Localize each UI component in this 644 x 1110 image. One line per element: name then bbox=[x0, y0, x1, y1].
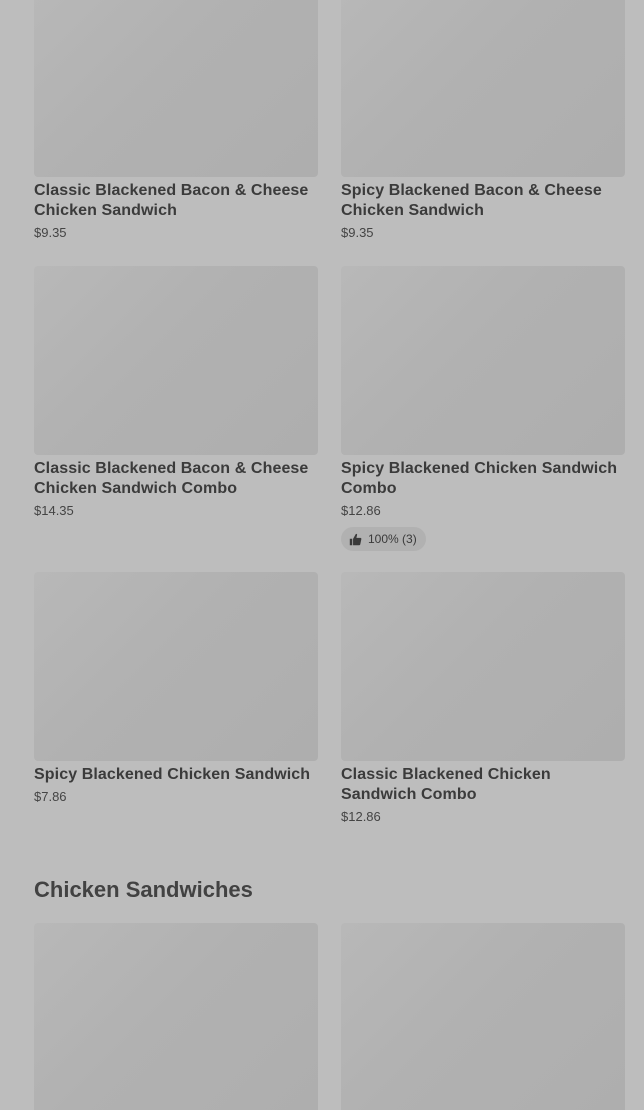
menu-item-name: Classic Blackened Bacon & Cheese Chicken… bbox=[34, 182, 309, 219]
menu-item-image[interactable] bbox=[34, 0, 318, 177]
menu-item-card[interactable]: Spicy Blackened Chicken Sandwich Combo $… bbox=[341, 266, 625, 551]
menu-item-price: $9.35 bbox=[341, 225, 374, 240]
rating-text: 100% (3) bbox=[368, 532, 417, 546]
menu-item-image[interactable] bbox=[341, 923, 625, 1110]
menu-item-card[interactable]: Spicy Blackened Chicken Sandwich $7.86 bbox=[34, 572, 318, 806]
menu-item-price: $7.86 bbox=[34, 789, 67, 804]
menu-page: Classic Blackened Bacon & Cheese Chicken… bbox=[0, 0, 644, 1110]
menu-item-price: $9.35 bbox=[34, 225, 67, 240]
rating-badge: 100% (3) bbox=[341, 527, 426, 551]
menu-item-image[interactable] bbox=[341, 572, 625, 761]
menu-item-image[interactable] bbox=[341, 0, 625, 177]
menu-item-card[interactable]: Classic Blackened Bacon & Cheese Chicken… bbox=[34, 0, 318, 242]
menu-item-card[interactable]: Classic Blackened Bacon & Cheese Chicken… bbox=[34, 266, 318, 520]
menu-item-image[interactable] bbox=[34, 266, 318, 455]
menu-item-image[interactable] bbox=[34, 572, 318, 761]
menu-item-name: Classic Blackened Bacon & Cheese Chicken… bbox=[34, 460, 309, 497]
menu-item-card[interactable]: Spicy Blackened Bacon & Cheese Chicken S… bbox=[341, 0, 625, 242]
menu-item-card[interactable] bbox=[341, 923, 625, 1110]
menu-item-name: Spicy Blackened Bacon & Cheese Chicken S… bbox=[341, 182, 602, 219]
menu-item-image[interactable] bbox=[34, 923, 318, 1110]
menu-item-card[interactable] bbox=[34, 923, 318, 1110]
menu-item-price: $14.35 bbox=[34, 503, 74, 518]
menu-item-name: Classic Blackened Chicken Sandwich Combo bbox=[341, 766, 551, 803]
section-title: Chicken Sandwiches bbox=[34, 877, 253, 902]
menu-item-image[interactable] bbox=[341, 266, 625, 455]
menu-item-card[interactable]: Classic Blackened Chicken Sandwich Combo… bbox=[341, 572, 625, 826]
thumbs-up-icon bbox=[349, 533, 362, 546]
menu-item-name: Spicy Blackened Chicken Sandwich bbox=[34, 766, 311, 783]
menu-item-price: $12.86 bbox=[341, 503, 381, 518]
menu-item-price: $12.86 bbox=[341, 809, 381, 824]
menu-item-name: Spicy Blackened Chicken Sandwich Combo bbox=[341, 460, 618, 497]
